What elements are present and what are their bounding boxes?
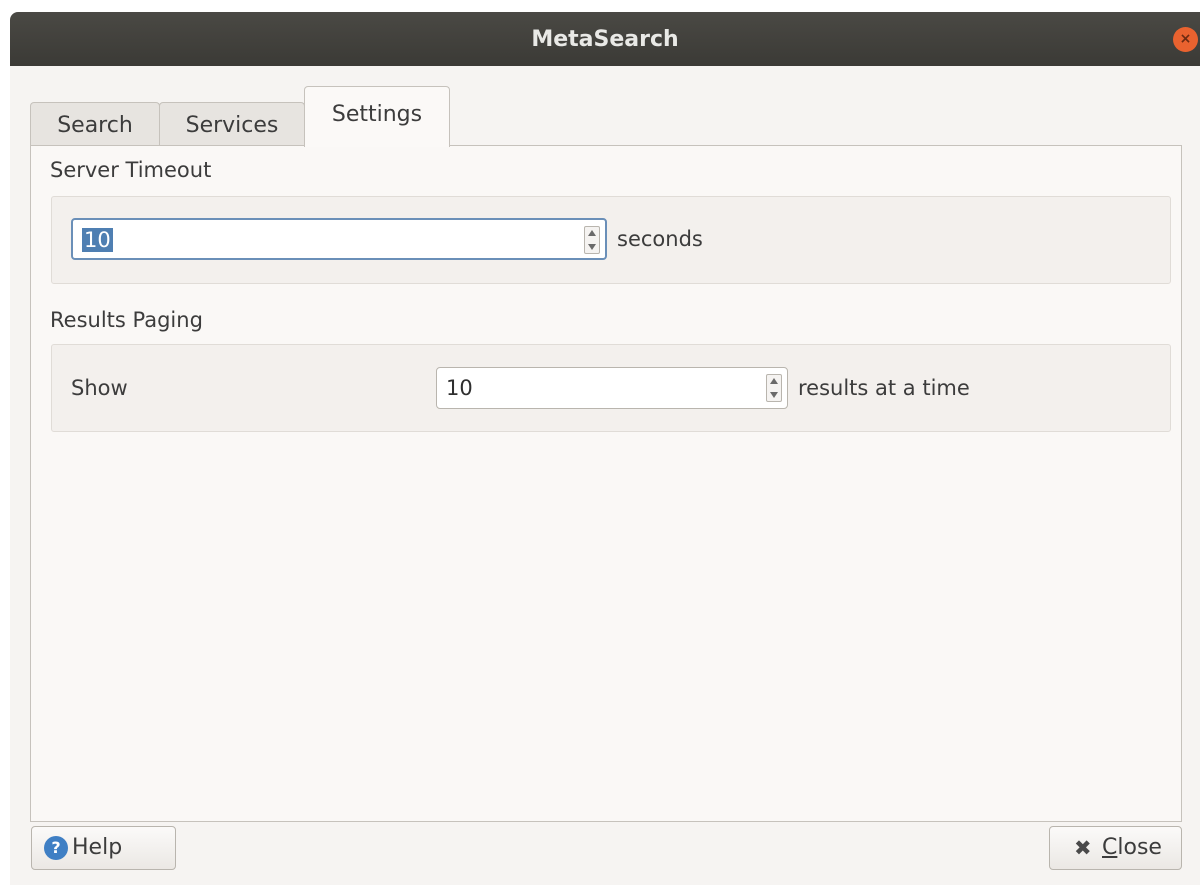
metasearch-dialog: MetaSearch × Search Services Settings Se…: [10, 12, 1200, 885]
arrow-up-icon[interactable]: [770, 378, 778, 384]
server-timeout-group: 10 seconds: [51, 196, 1171, 284]
tab-services[interactable]: Services: [159, 102, 305, 146]
window-close-icon[interactable]: ×: [1173, 27, 1198, 52]
close-mnemonic: C: [1102, 835, 1118, 860]
server-timeout-value: 10: [82, 228, 113, 252]
show-label: Show: [71, 376, 128, 400]
results-per-page-stepper[interactable]: [766, 374, 782, 402]
server-timeout-spinbox[interactable]: 10: [71, 218, 607, 260]
server-timeout-title: Server Timeout: [50, 158, 212, 182]
arrow-down-icon[interactable]: [770, 392, 778, 398]
tab-settings[interactable]: Settings: [304, 86, 450, 147]
arrow-up-icon[interactable]: [588, 230, 596, 236]
results-per-page-unit: results at a time: [798, 376, 970, 400]
close-icon: ✖: [1074, 836, 1092, 860]
help-button-label: Help: [72, 835, 123, 860]
results-per-page-value: 10: [446, 376, 473, 400]
settings-panel: Server Timeout 10 seconds Results Paging…: [30, 145, 1182, 822]
help-icon: ?: [44, 836, 68, 860]
results-paging-group: Show 10 results at a time: [51, 344, 1171, 432]
close-label-rest: lose: [1117, 835, 1162, 860]
title-bar: MetaSearch ×: [10, 12, 1200, 66]
server-timeout-stepper[interactable]: [584, 226, 600, 254]
results-paging-title: Results Paging: [50, 308, 203, 332]
arrow-down-icon[interactable]: [588, 244, 596, 250]
close-button[interactable]: ✖ Close: [1049, 826, 1182, 870]
close-button-label: Close: [1102, 827, 1162, 869]
tab-search[interactable]: Search: [30, 102, 160, 146]
results-per-page-spinbox[interactable]: 10: [436, 367, 788, 409]
server-timeout-unit: seconds: [617, 227, 703, 251]
help-button[interactable]: ? Help: [31, 826, 176, 870]
window-title: MetaSearch: [531, 27, 679, 52]
